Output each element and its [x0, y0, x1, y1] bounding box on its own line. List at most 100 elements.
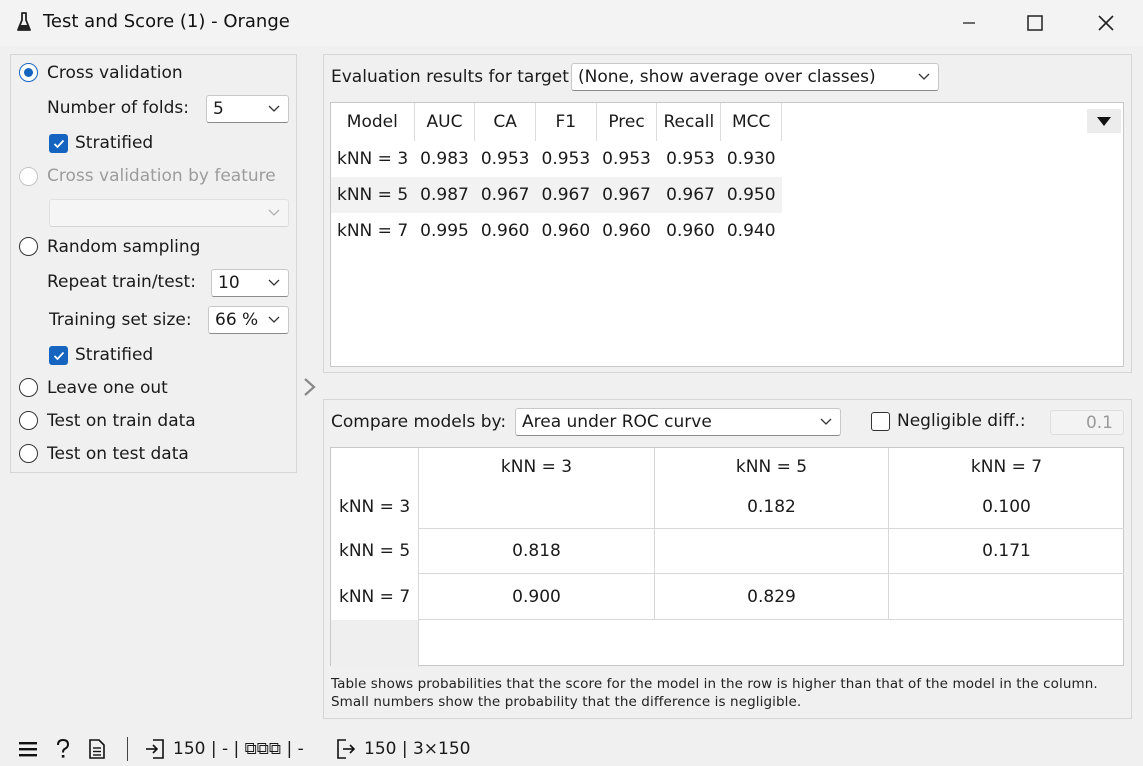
test-on-train-label[interactable]: Test on train data: [47, 411, 196, 431]
comparison-table[interactable]: kNN = 3 kNN = 5 kNN = 7 kNN = 3 kNN = 5 …: [330, 447, 1124, 667]
model-cell: kNN = 3: [337, 149, 409, 169]
evaluation-results-table: Model AUC CA F1 Prec Recall MCC kNN = 3 …: [331, 103, 783, 249]
close-button[interactable]: [1071, 0, 1141, 46]
test-on-test-radio[interactable]: [19, 444, 38, 463]
stratified-cv-label[interactable]: Stratified: [75, 133, 153, 153]
comparison-cell: 0.818: [512, 541, 561, 561]
recall-cell: 0.953: [666, 149, 715, 169]
column-header-mcc[interactable]: MCC: [720, 103, 783, 141]
columns-menu-button[interactable]: [1087, 109, 1121, 133]
input-summary: 150 | - | ⧉⧉⧉ | -: [173, 739, 304, 759]
evaluation-table[interactable]: Model AUC CA F1 Prec Recall MCC kNN = 3 …: [330, 102, 1124, 367]
output-summary: 150 | 3×150: [364, 739, 471, 759]
random-sampling-label[interactable]: Random sampling: [47, 237, 200, 257]
comparison-cell: 0.171: [982, 541, 1031, 561]
minimize-button[interactable]: [934, 0, 1004, 46]
folds-combo[interactable]: 5: [206, 95, 289, 123]
comparison-note: Table shows probabilities that the score…: [331, 676, 1098, 711]
chevron-down-icon: [918, 73, 930, 80]
column-header-f1[interactable]: F1: [535, 103, 597, 141]
negligible-label[interactable]: Negligible diff.:: [897, 411, 1026, 431]
column-header: kNN = 7: [970, 457, 1043, 477]
triangle-down-icon: [1097, 116, 1111, 126]
table-row[interactable]: kNN = 3 0.983 0.953 0.953 0.953 0.953 0.…: [331, 141, 782, 177]
test-on-test-label[interactable]: Test on test data: [47, 444, 189, 464]
stratified-rs-label[interactable]: Stratified: [75, 345, 153, 365]
train-size-value: 66 %: [215, 310, 259, 330]
ca-cell: 0.953: [480, 149, 530, 169]
row-header: kNN = 5: [339, 541, 411, 561]
model-cell: kNN = 5: [331, 177, 415, 213]
column-header-recall[interactable]: Recall: [656, 103, 722, 141]
chevron-down-icon: [268, 316, 280, 323]
chevron-down-icon: [268, 209, 280, 216]
note-line-1: Table shows probabilities that the score…: [331, 676, 1098, 692]
mcc-cell: 0.940: [726, 221, 776, 241]
random-sampling-radio[interactable]: [19, 237, 38, 256]
prec-cell: 0.953: [602, 149, 651, 169]
target-label: Evaluation results for target: [331, 67, 569, 87]
maximize-button[interactable]: [1000, 0, 1070, 46]
table-row[interactable]: kNN = 7 0.995 0.960 0.960 0.960 0.960 0.…: [331, 213, 782, 249]
repeat-value: 10: [218, 273, 240, 293]
auc-cell: 0.995: [420, 221, 469, 241]
comparison-cell: [655, 529, 888, 573]
menu-icon[interactable]: [18, 732, 38, 766]
chevron-down-icon: [820, 418, 832, 425]
train-size-label: Training set size:: [49, 310, 192, 330]
compare-label: Compare models by:: [331, 412, 507, 432]
column-header-model[interactable]: Model: [331, 103, 415, 141]
chevron-down-icon: [268, 279, 280, 286]
row-header: kNN = 3: [339, 497, 411, 517]
column-header: kNN = 5: [735, 457, 808, 477]
column-header-auc[interactable]: AUC: [414, 103, 476, 141]
compare-combo[interactable]: Area under ROC curve: [515, 408, 841, 436]
stratified-rs-checkbox[interactable]: [49, 346, 68, 365]
window-title: Test and Score (1) - Orange: [43, 11, 290, 32]
column-header: kNN = 3: [500, 457, 573, 477]
check-icon: [53, 139, 64, 148]
folds-value: 5: [213, 99, 224, 119]
table-row[interactable]: kNN = 5 0.987 0.967 0.967 0.967 0.967 0.…: [331, 177, 782, 213]
prec-cell: 0.960: [602, 221, 651, 241]
cv-by-feature-radio[interactable]: [19, 167, 38, 186]
folds-label: Number of folds:: [47, 98, 189, 118]
target-combo[interactable]: (None, show average over classes): [571, 63, 939, 91]
check-icon: [53, 351, 64, 360]
repeat-combo[interactable]: 10: [211, 269, 289, 297]
negligible-checkbox[interactable]: [871, 412, 890, 431]
test-on-train-radio[interactable]: [19, 411, 38, 430]
cv-feature-combo[interactable]: [49, 199, 289, 227]
model-cell: kNN = 7: [337, 221, 409, 241]
output-icon: [336, 732, 356, 766]
prec-cell: 0.967: [596, 177, 657, 213]
input-icon: [145, 732, 165, 766]
cross-validation-label[interactable]: Cross validation: [47, 63, 183, 83]
row-header: kNN = 7: [339, 586, 411, 607]
report-icon[interactable]: [88, 732, 106, 766]
recall-cell: 0.960: [666, 221, 715, 241]
cross-validation-radio[interactable]: [19, 63, 38, 82]
f1-cell: 0.967: [535, 177, 597, 213]
compare-value: Area under ROC curve: [522, 412, 712, 432]
mcc-cell: 0.930: [726, 149, 776, 169]
comparison-cell: [419, 486, 654, 528]
column-header-prec[interactable]: Prec: [596, 103, 658, 141]
status-bar: 150 | - | ⧉⧉⧉ | - 150 | 3×150: [0, 732, 1143, 766]
help-icon[interactable]: [54, 732, 72, 766]
negligible-value-field[interactable]: 0.1: [1050, 410, 1124, 435]
chevron-down-icon: [268, 105, 280, 112]
stratified-cv-checkbox[interactable]: [49, 134, 68, 153]
train-size-combo[interactable]: 66 %: [208, 306, 289, 334]
leave-one-out-radio[interactable]: [19, 378, 38, 397]
auc-cell: 0.983: [420, 149, 469, 169]
column-header-ca[interactable]: CA: [474, 103, 536, 141]
ca-cell: 0.967: [474, 177, 536, 213]
mcc-cell: 0.950: [720, 177, 782, 213]
leave-one-out-label[interactable]: Leave one out: [47, 378, 168, 398]
splitter-chevron-right-icon[interactable]: [301, 376, 319, 398]
cv-by-feature-label: Cross validation by feature: [47, 166, 276, 186]
recall-cell: 0.967: [656, 177, 721, 213]
comparison-cell: [889, 574, 1124, 619]
orange-flask-icon: [14, 10, 34, 36]
